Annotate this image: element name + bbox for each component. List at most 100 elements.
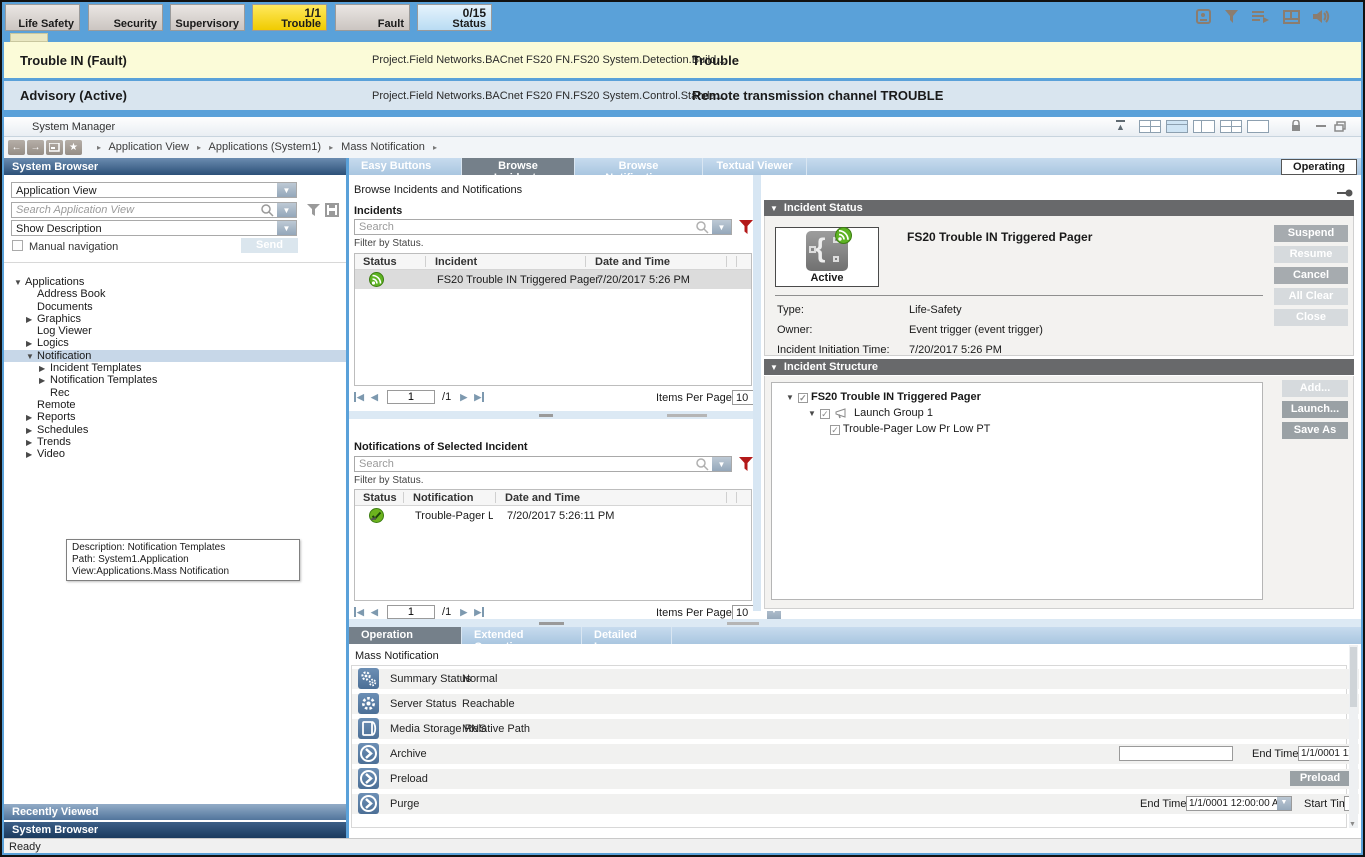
- tree-collapsed-icon[interactable]: ▶: [26, 425, 37, 437]
- event-row-advisory[interactable]: Advisory (Active) Project.Field Networks…: [4, 81, 1361, 110]
- tree-item-incident-templates[interactable]: ▶Incident Templates: [4, 362, 346, 374]
- security-button[interactable]: Security: [88, 4, 163, 31]
- incident-row[interactable]: FS20 Trouble IN Triggered Pager 7/20/201…: [355, 270, 751, 289]
- tree-item-schedules[interactable]: ▶Schedules: [4, 424, 346, 436]
- property-row-preload[interactable]: Preload Preload: [352, 769, 1359, 789]
- restore-icon[interactable]: [1334, 120, 1346, 132]
- event-row-trouble[interactable]: Trouble IN (Fault) Project.Field Network…: [4, 42, 1361, 78]
- breadcrumb-mass-notification[interactable]: Mass Notification: [341, 141, 425, 153]
- incidents-search[interactable]: ▼: [354, 219, 732, 235]
- tree-item-notification-templates[interactable]: ▶Notification Templates: [4, 374, 346, 386]
- property-row[interactable]: Server Status Reachable: [352, 694, 1359, 714]
- close-button[interactable]: Close: [1274, 309, 1348, 326]
- tree-collapsed-icon[interactable]: ▶: [26, 437, 37, 449]
- breadcrumb-application-view[interactable]: Application View: [108, 141, 189, 153]
- all-clear-button[interactable]: All Clear: [1274, 288, 1348, 305]
- vertical-splitter[interactable]: [753, 175, 761, 611]
- suspend-button[interactable]: Suspend: [1274, 225, 1348, 242]
- status-filter-icon[interactable]: [739, 220, 754, 235]
- speaker-icon[interactable]: [1313, 9, 1331, 24]
- tab-textual-viewer[interactable]: Textual Viewer: [703, 158, 807, 175]
- tab-easy-buttons[interactable]: Easy Buttons: [349, 158, 462, 175]
- resume-button[interactable]: Resume: [1274, 246, 1348, 263]
- archive-value-input[interactable]: [1119, 746, 1233, 761]
- notifications-table-header[interactable]: Status Notification Date and Time: [355, 490, 751, 506]
- notifications-search-input[interactable]: [355, 457, 731, 471]
- chevron-down-icon[interactable]: ▼: [277, 183, 296, 197]
- last-page-icon[interactable]: ▶: [474, 607, 484, 617]
- pin-icon[interactable]: [1337, 187, 1353, 199]
- tree-item-graphics[interactable]: ▶Graphics: [4, 313, 346, 325]
- tab-browse-notifications[interactable]: Browse Notifications: [575, 158, 703, 175]
- chevron-down-icon[interactable]: ▼: [1277, 796, 1291, 811]
- tree-item-log-viewer[interactable]: Log Viewer: [4, 325, 346, 337]
- checkbox-checked[interactable]: ✓: [798, 393, 808, 403]
- tree-item-notification[interactable]: ▼Notification: [4, 350, 346, 362]
- forward-button[interactable]: →: [27, 140, 44, 155]
- tree-item-trends[interactable]: ▶Trends: [4, 436, 346, 448]
- supervisory-button[interactable]: Supervisory: [170, 4, 245, 31]
- tree-collapsed-icon[interactable]: ▶: [26, 338, 37, 350]
- cancel-button[interactable]: Cancel: [1274, 267, 1348, 284]
- property-row[interactable]: Media Storage Relative Path MNS: [352, 719, 1359, 739]
- tab-operation[interactable]: Operation: [349, 627, 462, 644]
- layout-left-icon[interactable]: [1193, 120, 1215, 133]
- archive-end-time-input[interactable]: 1/1/0001 12:0: [1298, 746, 1352, 761]
- layout-grid-icon[interactable]: [1220, 120, 1242, 133]
- favorites-button[interactable]: ★: [65, 140, 82, 155]
- tree-item-recipients[interactable]: Rec: [4, 387, 346, 399]
- column-datetime[interactable]: Date and Time: [505, 492, 580, 504]
- tree-expanded-icon[interactable]: ▼: [26, 351, 37, 363]
- tab-detailed-log[interactable]: Detailed Log: [582, 627, 672, 644]
- tree-item-reports[interactable]: ▶Reports: [4, 411, 346, 423]
- tree-expanded-icon[interactable]: ▼: [808, 409, 816, 418]
- structure-notification-item[interactable]: ✓ Trouble-Pager Low Pr Low PT: [830, 423, 1262, 435]
- chevron-down-icon[interactable]: ▼: [277, 203, 296, 217]
- notification-row[interactable]: Trouble-Pager Low Pr 7/20/2017 5:26:11 P…: [355, 506, 751, 525]
- horizontal-splitter[interactable]: [349, 411, 753, 419]
- operating-mode-button[interactable]: Operating: [1281, 159, 1357, 175]
- checkbox-checked[interactable]: ✓: [820, 409, 830, 419]
- preload-button[interactable]: Preload: [1290, 771, 1350, 786]
- first-page-icon[interactable]: ◀: [354, 392, 364, 402]
- incidents-search-input[interactable]: [355, 220, 731, 234]
- collapse-icon[interactable]: ▼: [770, 363, 778, 372]
- event-printout-icon[interactable]: [1196, 9, 1212, 24]
- breadcrumb-applications[interactable]: Applications (System1): [209, 141, 322, 153]
- structure-launch-group[interactable]: ▼✓ Launch Group 1: [808, 407, 1262, 419]
- tree-item-documents[interactable]: Documents: [4, 301, 346, 313]
- page-number-input[interactable]: [388, 391, 434, 403]
- scroll-down-icon[interactable]: ▼: [1349, 821, 1356, 828]
- column-status[interactable]: Status: [363, 256, 397, 268]
- tree-collapsed-icon[interactable]: ▶: [39, 363, 50, 375]
- prev-page-icon[interactable]: ◀: [371, 392, 378, 402]
- property-row-archive[interactable]: Archive End Time 1/1/0001 12:0 |,: [352, 744, 1359, 764]
- life-safety-button[interactable]: Life Safety: [5, 4, 80, 31]
- lock-icon[interactable]: [1291, 120, 1301, 132]
- event-list-icon[interactable]: [1252, 10, 1270, 24]
- checkbox-checked[interactable]: ✓: [830, 425, 840, 435]
- last-page-icon[interactable]: ▶: [474, 392, 484, 402]
- property-row-purge[interactable]: Purge End Time 1/1/0001 12:00:00 AM ▼ St…: [352, 794, 1359, 814]
- split-view-icon[interactable]: [1283, 10, 1300, 24]
- sidebar-search-input[interactable]: [12, 203, 296, 217]
- tab-browse-incidents[interactable]: Browse Incidents: [462, 158, 575, 175]
- status-button[interactable]: 0/15 Status: [417, 4, 492, 31]
- scrollbar-thumb[interactable]: [1350, 647, 1357, 707]
- incidents-table-header[interactable]: Status Incident Date and Time: [355, 254, 751, 270]
- save-as-button[interactable]: Save As: [1282, 422, 1348, 439]
- column-notification[interactable]: Notification: [413, 492, 474, 504]
- layout-quad-icon[interactable]: [1139, 120, 1161, 133]
- fault-button[interactable]: Fault: [335, 4, 410, 31]
- layout-blank-icon[interactable]: [1247, 120, 1269, 133]
- status-filter-icon[interactable]: [739, 457, 754, 472]
- back-button[interactable]: ←: [8, 140, 25, 155]
- event-filter-icon[interactable]: [1225, 10, 1239, 24]
- tree-expanded-icon[interactable]: ▼: [786, 393, 794, 402]
- tree-expanded-icon[interactable]: ▼: [14, 277, 25, 289]
- manual-navigation-checkbox[interactable]: [12, 240, 23, 251]
- tree-collapsed-icon[interactable]: ▶: [39, 375, 50, 387]
- column-datetime[interactable]: Date and Time: [595, 256, 670, 268]
- column-status[interactable]: Status: [363, 492, 397, 504]
- launch-button[interactable]: Launch...: [1282, 401, 1348, 418]
